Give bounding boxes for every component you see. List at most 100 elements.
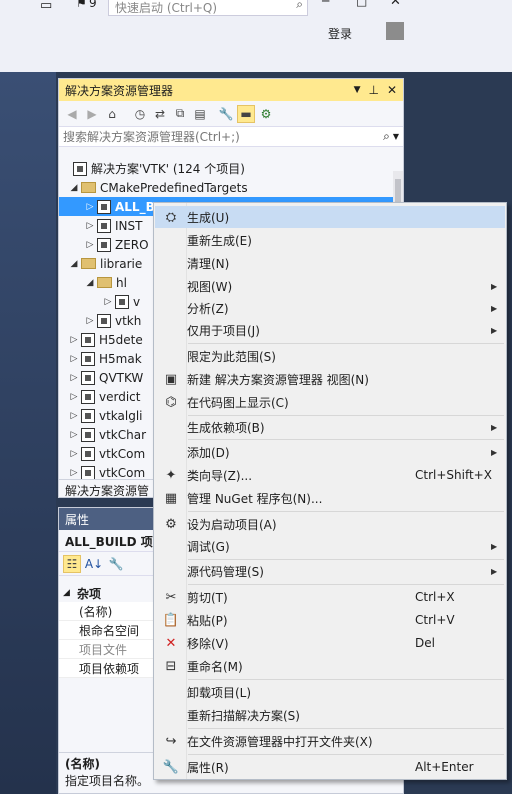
tree-item-zero-check[interactable]: ▷ ZERO	[83, 235, 149, 254]
wrench-icon: 🔧	[162, 759, 180, 775]
open-folder-icon: ↪	[165, 733, 177, 749]
wrench-icon[interactable]: 🔧	[217, 105, 235, 123]
tree-item-vtkcharts[interactable]: ▷ vtkChar	[67, 425, 146, 444]
menu-item-manage-nuget[interactable]: ▦ 管理 NuGet 程序包(N)...	[155, 487, 505, 509]
back-icon[interactable]: ◀	[63, 105, 81, 123]
tree-item-install[interactable]: ▷ INST	[83, 216, 142, 235]
menu-item-show-on-code-map[interactable]: ⌬ 在代码图上显示(C)	[155, 391, 505, 413]
chat-icon[interactable]: ▭	[40, 0, 52, 13]
login-link[interactable]: 登录	[328, 25, 352, 42]
tree-item-verdict[interactable]: ▷ verdict	[67, 387, 140, 406]
show-all-files-icon[interactable]: ▤	[191, 105, 209, 123]
quick-launch-input[interactable]: 快速启动 (Ctrl+Q) ⌕	[108, 0, 308, 16]
category-collapse-icon[interactable]: ◢	[63, 588, 77, 598]
collapsed-arrow-icon[interactable]: ▷	[67, 468, 81, 478]
menu-item-scope-to-this[interactable]: 限定为此范围(S)	[155, 345, 505, 367]
pane-dropdown-icon[interactable]: ▼	[354, 85, 361, 95]
submenu-arrow-icon: ▶	[491, 541, 498, 551]
tree-item-hl[interactable]: ◢ hl	[83, 273, 127, 292]
build-icon: ⛭	[165, 209, 177, 225]
forward-icon[interactable]: ▶	[83, 105, 101, 123]
menu-separator	[188, 511, 504, 512]
tree-item-vtkcommon-1[interactable]: ▷ vtkCom	[67, 444, 145, 463]
tree-item-solution[interactable]: 解决方案'VTK' (124 个项目)	[73, 159, 245, 178]
collapsed-arrow-icon[interactable]: ▷	[101, 297, 115, 307]
menu-item-view[interactable]: 视图(W) ▶	[155, 275, 505, 297]
tree-item-h5detect[interactable]: ▷ H5dete	[67, 330, 143, 349]
collapsed-arrow-icon[interactable]: ▷	[83, 240, 97, 250]
tree-item-vtkalglib[interactable]: ▷ vtkalgli	[67, 406, 143, 425]
expand-arrow-icon[interactable]: ◢	[83, 278, 97, 288]
class-wizard-icon: ✦	[165, 467, 177, 483]
submenu-arrow-icon: ▶	[491, 447, 498, 457]
tree-item-libraries[interactable]: ◢ librarie	[67, 254, 143, 273]
tree-item-v[interactable]: ▷ v	[101, 292, 140, 311]
collapsed-arrow-icon[interactable]: ▷	[83, 316, 97, 326]
menu-item-build-dependencies[interactable]: 生成依赖项(B) ▶	[155, 416, 505, 438]
menu-item-paste[interactable]: 📋 粘贴(P) Ctrl+V	[155, 609, 505, 631]
menu-item-project-only[interactable]: 仅用于项目(J) ▶	[155, 319, 505, 341]
close-button[interactable]: ✕	[390, 0, 401, 9]
notification-flag-icon[interactable]: ⚑	[76, 0, 87, 10]
collapsed-arrow-icon[interactable]: ▷	[67, 373, 81, 383]
menu-item-cut[interactable]: ✂ 剪切(T) Ctrl+X	[155, 586, 505, 608]
class-view-icon[interactable]: ⚙	[257, 105, 275, 123]
minimize-button[interactable]: ─	[322, 0, 329, 8]
folder-icon	[81, 258, 96, 269]
maximize-button[interactable]: □	[356, 0, 367, 8]
collapsed-arrow-icon[interactable]: ▷	[83, 221, 97, 231]
tree-item-cmake-targets[interactable]: ◢ CMakePredefinedTargets	[67, 178, 248, 197]
menu-item-add[interactable]: 添加(D) ▶	[155, 441, 505, 463]
collapsed-arrow-icon[interactable]: ▷	[67, 411, 81, 421]
menu-separator	[188, 679, 504, 680]
pane-close-icon[interactable]: ✕	[387, 83, 397, 97]
collapsed-arrow-icon[interactable]: ▷	[67, 354, 81, 364]
menu-item-clean[interactable]: 清理(N)	[155, 252, 505, 274]
menu-item-new-view[interactable]: ▣ 新建 解决方案资源管理器 视图(N)	[155, 368, 505, 390]
solution-explorer-title: 解决方案资源管理器	[65, 83, 174, 98]
menu-item-open-in-explorer[interactable]: ↪ 在文件资源管理器中打开文件夹(X)	[155, 730, 505, 752]
menu-item-class-wizard[interactable]: ✦ 类向导(Z)... Ctrl+Shift+X	[155, 464, 505, 486]
property-pages-icon[interactable]: 🔧	[107, 555, 125, 573]
preview-icon[interactable]: ▬	[237, 104, 255, 123]
properties-title: 属性	[65, 512, 90, 527]
collapse-all-icon[interactable]: ⧉	[171, 105, 189, 123]
pin-icon[interactable]: ⊥	[368, 83, 378, 97]
menu-item-unload-project[interactable]: 卸载项目(L)	[155, 681, 505, 703]
menu-item-rescan-solution[interactable]: 重新扫描解决方案(S)	[155, 704, 505, 726]
code-map-icon: ⌬	[165, 394, 177, 410]
tree-item-vtkh[interactable]: ▷ vtkh	[83, 311, 141, 330]
menu-item-set-startup[interactable]: ⚙ 设为启动项目(A)	[155, 513, 505, 535]
tree-item-qvtkw[interactable]: ▷ QVTKW	[67, 368, 143, 387]
project-icon	[81, 427, 95, 442]
menu-item-rename[interactable]: ⊟ 重命名(M)	[155, 655, 505, 677]
history-icon[interactable]: ◷	[131, 105, 149, 123]
menu-item-rebuild[interactable]: 重新生成(E)	[155, 229, 505, 251]
menu-item-source-control[interactable]: 源代码管理(S) ▶	[155, 560, 505, 582]
tree-item-h5make[interactable]: ▷ H5mak	[67, 349, 142, 368]
collapsed-arrow-icon[interactable]: ▷	[67, 392, 81, 402]
rename-icon: ⊟	[165, 658, 177, 674]
nuget-icon: ▦	[164, 490, 178, 506]
menu-item-analyze[interactable]: 分析(Z) ▶	[155, 297, 505, 319]
solution-explorer-header: 解决方案资源管理器 ▼ ⊥ ✕	[59, 79, 403, 101]
home-icon[interactable]: ⌂	[103, 105, 121, 123]
sync-icon[interactable]: ⇄	[151, 105, 169, 123]
menu-item-debug[interactable]: 调试(G) ▶	[155, 535, 505, 557]
collapsed-arrow-icon[interactable]: ▷	[67, 449, 81, 459]
collapsed-arrow-icon[interactable]: ▷	[67, 430, 81, 440]
avatar[interactable]	[386, 22, 404, 40]
menu-item-build[interactable]: ⛭ 生成(U)	[155, 206, 505, 228]
menu-item-remove[interactable]: ✕ 移除(V) Del	[155, 632, 505, 654]
solution-explorer-toolbar: ◀ ▶ ⌂ ◷ ⇄ ⧉ ▤ 🔧 ▬ ⚙	[59, 101, 403, 127]
collapsed-arrow-icon[interactable]: ▷	[83, 202, 97, 212]
expand-arrow-icon[interactable]: ◢	[67, 183, 81, 193]
collapsed-arrow-icon[interactable]: ▷	[67, 335, 81, 345]
menu-item-properties[interactable]: 🔧 属性(R) Alt+Enter	[155, 756, 505, 778]
solution-search-input[interactable]: 搜索解决方案资源管理器(Ctrl+;) ⌕ ▼	[59, 127, 403, 147]
notification-count: 9	[89, 0, 97, 10]
search-dropdown-icon[interactable]: ▼	[393, 132, 399, 141]
categorized-icon[interactable]: ☷	[63, 554, 81, 573]
alphabetical-icon[interactable]: A↓	[85, 555, 103, 573]
expand-arrow-icon[interactable]: ◢	[67, 259, 81, 269]
